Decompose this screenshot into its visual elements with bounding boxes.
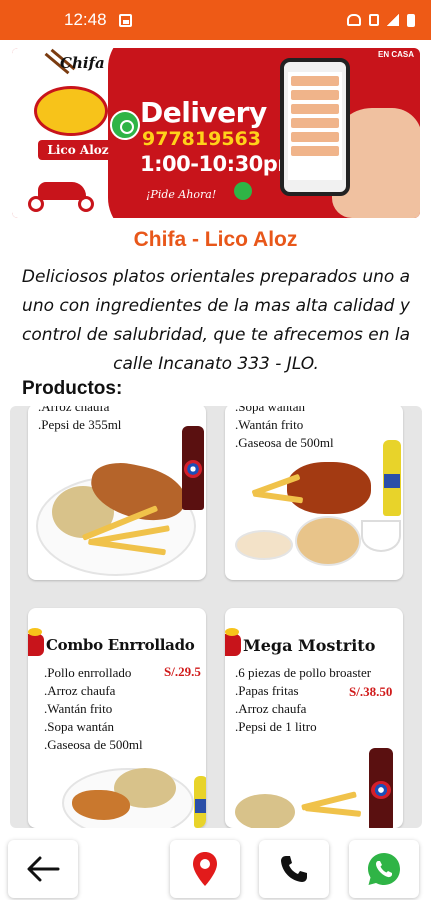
banner-hours: 1:00-10:30pm — [140, 152, 299, 176]
rice-icon — [235, 794, 295, 828]
call-button[interactable] — [259, 840, 329, 898]
status-bar: 12:48 — [0, 0, 431, 40]
banner-cta: ¡Pide Ahora! — [146, 188, 217, 201]
vibrate-icon — [369, 14, 379, 26]
location-button[interactable] — [170, 840, 240, 898]
signal-icon — [387, 14, 399, 26]
product-price: S/.29.5 — [164, 664, 201, 679]
product-item: .Sopa wantán — [44, 719, 115, 734]
phone-icon — [281, 856, 307, 882]
product-card[interactable]: Combo Enrrollado .Pollo enrrollado .Arro… — [28, 608, 206, 828]
product-item: .Arroz chaufa — [235, 701, 307, 716]
whatsapp-button[interactable] — [349, 840, 419, 898]
logo-plate-icon — [34, 86, 108, 136]
brand-logo-icon — [225, 628, 241, 656]
product-item: .Arroz chaufa — [44, 683, 116, 698]
hotspot-icon — [347, 14, 361, 26]
chicken-wings-icon — [287, 462, 371, 514]
product-item: .6 piezas de pollo broaster — [235, 665, 372, 680]
restaurant-description: Deliciosos platos orientales preparados … — [21, 267, 411, 374]
smartphone-illustration — [280, 58, 350, 196]
pepsi-bottle-icon — [369, 748, 393, 828]
whatsapp-icon — [368, 853, 400, 885]
product-item: .Gaseosa de 500ml — [235, 435, 334, 450]
product-item: .Pollo enrrollado — [44, 665, 132, 680]
gallery-notification-icon — [118, 13, 132, 27]
product-card[interactable]: Mega Mostrito .6 piezas de pollo broaste… — [225, 608, 403, 828]
product-card[interactable]: .Sopa wantán .Wantán frito .Gaseosa de 5… — [225, 406, 403, 580]
whatsapp-icon — [110, 110, 140, 140]
promo-banner: Chifa Lico Aloz Delivery 977819563 1:00-… — [12, 48, 420, 218]
pepsi-bottle-icon — [182, 426, 204, 510]
delivery-scooter-icon — [24, 176, 104, 212]
banner-headline: Delivery — [140, 96, 267, 129]
product-grid[interactable]: .Arroz chaufa .Pepsi de 355ml .Sopa want… — [10, 406, 422, 828]
battery-icon — [407, 13, 415, 27]
en-casa-tag: EN CASA — [377, 50, 414, 59]
products-heading: Productos: — [22, 378, 123, 399]
status-icons — [347, 13, 415, 27]
product-name: Combo Enrrollado — [46, 636, 195, 654]
product-item: .Pepsi de 355ml — [38, 417, 122, 432]
logo-script: Chifa — [60, 54, 105, 72]
page-title: Chifa - Lico Aloz — [133, 228, 298, 251]
product-item: .Wantán frito — [235, 417, 304, 432]
soda-bottle-icon — [194, 776, 206, 828]
logo-name: Lico Aloz — [38, 140, 118, 160]
soda-bottle-icon — [383, 440, 401, 516]
product-price: S/.38.50 — [349, 684, 393, 699]
status-time: 12:48 — [64, 10, 107, 29]
soup-bowl-icon — [361, 520, 401, 552]
banner-phone: 977819563 — [142, 128, 261, 150]
location-pin-icon — [234, 182, 252, 200]
brand-logo-icon — [28, 628, 44, 656]
wonton-plate-icon — [235, 530, 293, 560]
rice-bowl-icon — [295, 516, 361, 566]
product-item: .Gaseosa de 500ml — [44, 737, 143, 752]
product-item: .Pepsi de 1 litro — [235, 719, 317, 734]
arrow-left-icon — [27, 856, 60, 882]
fries-icon — [304, 805, 362, 817]
map-pin-icon — [193, 852, 217, 886]
back-button[interactable] — [8, 840, 78, 898]
product-item: .Sopa wantán — [235, 406, 306, 414]
product-item: .Wantán frito — [44, 701, 113, 716]
product-card[interactable]: .Arroz chaufa .Pepsi de 355ml — [28, 406, 206, 580]
product-name: Mega Mostrito — [243, 636, 376, 655]
product-item: .Arroz chaufa — [38, 406, 110, 414]
